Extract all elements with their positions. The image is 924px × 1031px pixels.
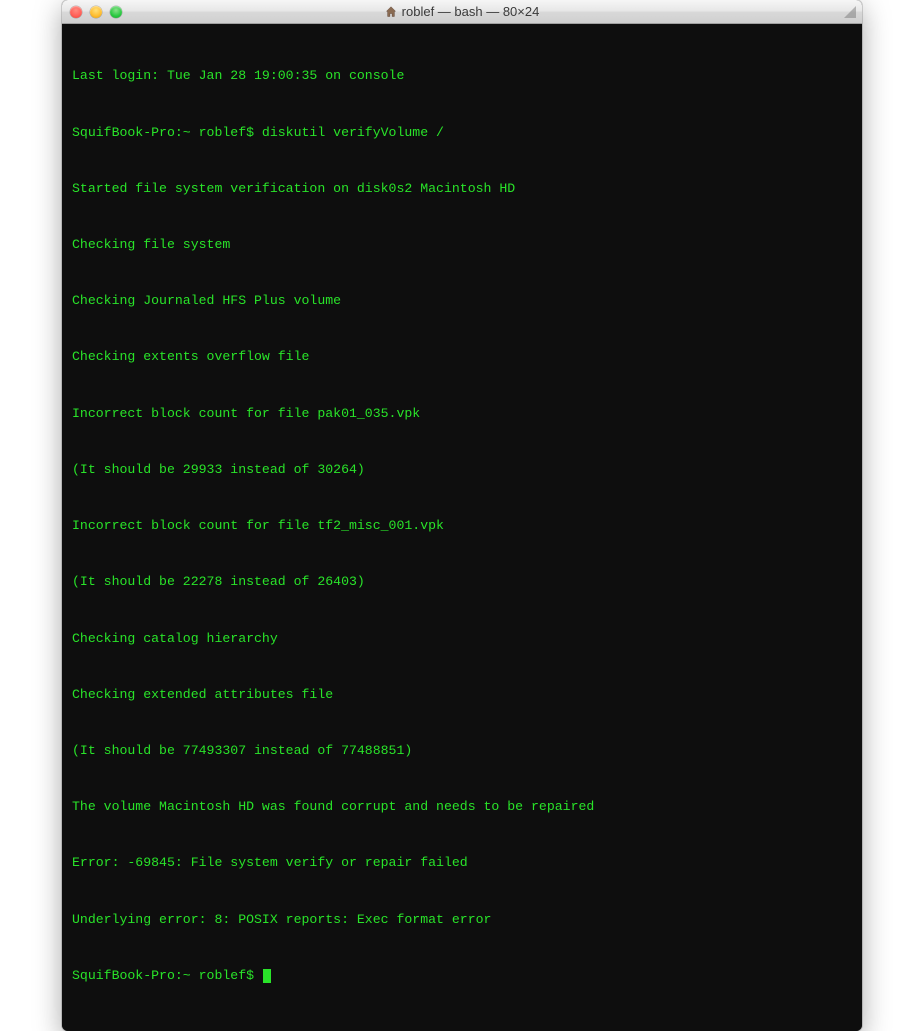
cursor-icon: [263, 969, 271, 983]
close-icon[interactable]: [70, 6, 82, 18]
terminal-line: SquifBook-Pro:~ roblef$ diskutil verifyV…: [72, 124, 852, 143]
zoom-icon[interactable]: [110, 6, 122, 18]
terminal-prompt-line: SquifBook-Pro:~ roblef$: [72, 967, 852, 986]
minimize-icon[interactable]: [90, 6, 102, 18]
terminal-line: Underlying error: 8: POSIX reports: Exec…: [72, 911, 852, 930]
terminal-body[interactable]: Last login: Tue Jan 28 19:00:35 on conso…: [62, 24, 862, 1031]
terminal-line: Incorrect block count for file pak01_035…: [72, 405, 852, 424]
resize-icon[interactable]: [842, 4, 856, 18]
terminal-prompt: SquifBook-Pro:~ roblef$: [72, 968, 262, 983]
terminal-line: Checking extents overflow file: [72, 348, 852, 367]
terminal-line: Started file system verification on disk…: [72, 180, 852, 199]
window-title: roblef — bash — 80×24: [62, 4, 862, 19]
titlebar[interactable]: roblef — bash — 80×24: [62, 0, 862, 24]
terminal-window: roblef — bash — 80×24 Last login: Tue Ja…: [62, 0, 862, 1031]
terminal-line: (It should be 77493307 instead of 774888…: [72, 742, 852, 761]
terminal-line: (It should be 22278 instead of 26403): [72, 573, 852, 592]
terminal-line: Incorrect block count for file tf2_misc_…: [72, 517, 852, 536]
terminal-line: Checking catalog hierarchy: [72, 630, 852, 649]
terminal-line: (It should be 29933 instead of 30264): [72, 461, 852, 480]
traffic-lights: [70, 6, 122, 18]
home-icon: [385, 6, 397, 18]
terminal-line: Error: -69845: File system verify or rep…: [72, 854, 852, 873]
window-title-text: roblef — bash — 80×24: [402, 4, 540, 19]
terminal-line: Checking Journaled HFS Plus volume: [72, 292, 852, 311]
terminal-line: Checking extended attributes file: [72, 686, 852, 705]
terminal-line: Last login: Tue Jan 28 19:00:35 on conso…: [72, 67, 852, 86]
terminal-line: Checking file system: [72, 236, 852, 255]
terminal-line: The volume Macintosh HD was found corrup…: [72, 798, 852, 817]
